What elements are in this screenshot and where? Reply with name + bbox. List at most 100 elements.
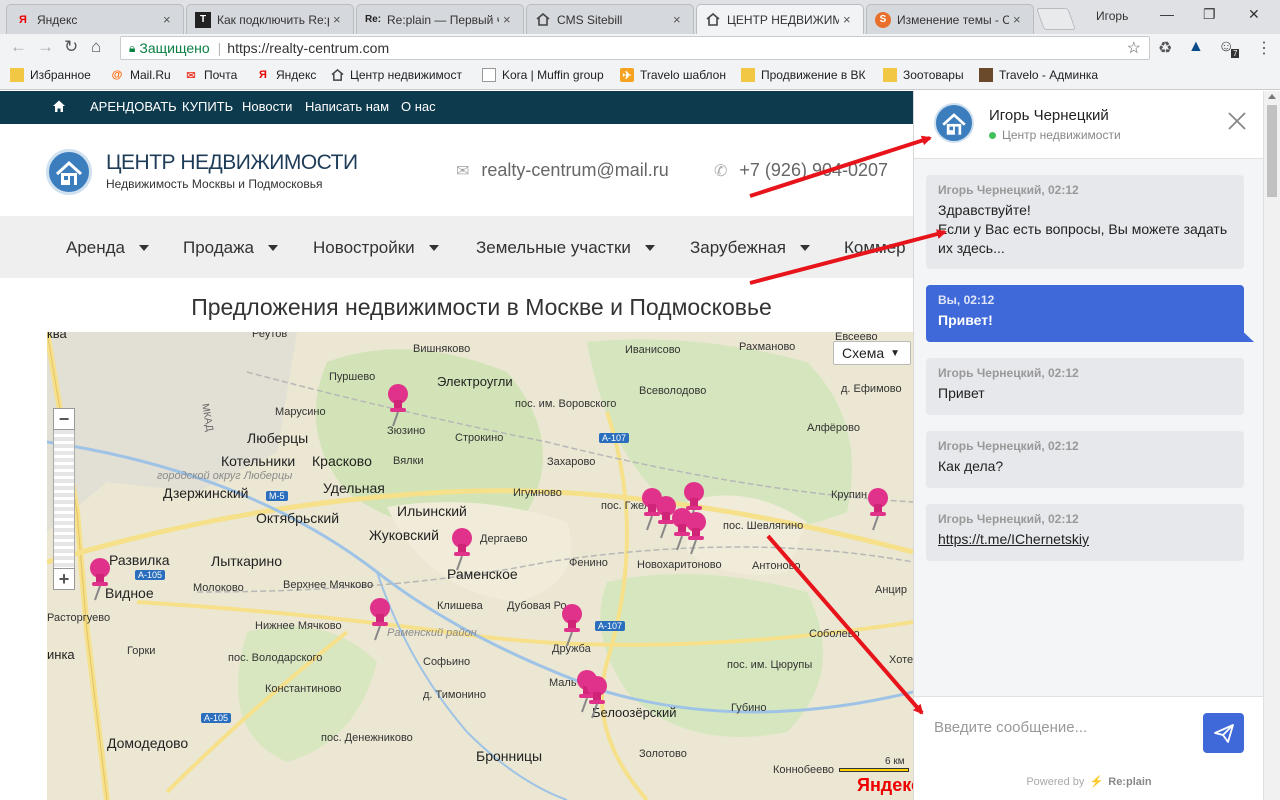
property-pin[interactable] bbox=[865, 484, 891, 532]
bookmark-yandex[interactable]: Я Яндекс bbox=[256, 68, 316, 82]
powered-by-text: Powered by bbox=[1026, 776, 1085, 788]
tab-theme[interactable]: S Изменение темы - CMS × bbox=[866, 4, 1034, 34]
zoom-in-button[interactable]: + bbox=[53, 568, 75, 590]
bookmark-star-icon[interactable]: ☆ bbox=[1127, 38, 1141, 58]
property-pin[interactable] bbox=[584, 672, 610, 720]
home-icon[interactable] bbox=[52, 99, 66, 113]
message-input[interactable]: Введите сообщение... bbox=[914, 696, 1264, 766]
chevron-down-icon bbox=[267, 245, 278, 251]
nav-news[interactable]: Новости bbox=[242, 99, 292, 114]
close-tab-icon[interactable]: × bbox=[673, 12, 685, 27]
yandex-logo[interactable]: Яндекс bbox=[857, 775, 913, 796]
page-scrollbar[interactable] bbox=[1263, 91, 1280, 800]
bookmark-zoo[interactable]: Зоотовары bbox=[883, 68, 964, 82]
close-tab-icon[interactable]: × bbox=[163, 12, 175, 27]
replain-icon: Re: bbox=[364, 14, 382, 25]
tab-replain-chat[interactable]: Re: Re:plain — Первый чат × bbox=[356, 4, 524, 34]
address-bar[interactable]: 🔒︎ Защищено | https://realty-centrum.com… bbox=[120, 36, 1150, 60]
menu-rent[interactable]: Аренда bbox=[66, 238, 150, 258]
map-layer-select[interactable]: Схема ▼ bbox=[833, 341, 911, 365]
chat-message: Игорь Чернецкий, 02:12 https://t.me/IChe… bbox=[926, 504, 1244, 561]
forward-icon[interactable]: → bbox=[37, 37, 54, 57]
map-layer-label: Схема bbox=[842, 345, 885, 361]
close-icon[interactable] bbox=[1226, 110, 1248, 132]
travelo-icon: ✈ bbox=[620, 68, 634, 82]
map-label: Люберцы bbox=[247, 430, 309, 446]
bookmark-pochta[interactable]: ✉ Почта bbox=[184, 68, 237, 82]
bookmark-vk[interactable]: Продвижение в ВК bbox=[741, 68, 866, 82]
bookmark-mailru[interactable]: @ Mail.Ru bbox=[110, 68, 171, 82]
property-pin[interactable] bbox=[385, 380, 411, 428]
bookmark-travelo[interactable]: ✈ Travelo шаблон bbox=[620, 68, 726, 82]
zoom-out-button[interactable]: − bbox=[53, 408, 75, 430]
bookmark-kora[interactable]: Kora | Muffin group bbox=[482, 68, 604, 82]
menu-land[interactable]: Земельные участки bbox=[476, 238, 655, 258]
contact-email[interactable]: ✉ realty-centrum@mail.ru bbox=[456, 160, 669, 181]
envelope-icon: ✉ bbox=[456, 162, 470, 180]
close-tab-icon[interactable]: × bbox=[333, 12, 345, 27]
close-tab-icon[interactable]: × bbox=[1013, 12, 1025, 27]
road-badge: А-107 bbox=[599, 433, 630, 443]
restore-icon[interactable]: ❐ bbox=[1203, 6, 1216, 23]
bookmark-label: Travelo шаблон bbox=[640, 68, 726, 82]
map-label: Пуршево bbox=[329, 371, 376, 383]
send-button[interactable] bbox=[1203, 713, 1244, 753]
map-label: Нижнее Мячково bbox=[255, 620, 342, 632]
menu-label: Новостройки bbox=[313, 238, 415, 257]
separator: | bbox=[217, 40, 222, 56]
property-pin[interactable] bbox=[559, 600, 585, 648]
bookmark-travelo-admin[interactable]: Travelo - Админка bbox=[979, 68, 1098, 82]
zoom-slider[interactable] bbox=[53, 430, 75, 568]
secure-label: Защищено bbox=[139, 40, 210, 56]
chat-message: Игорь Чернецкий, 02:12 Здравствуйте! Есл… bbox=[926, 175, 1244, 269]
back-icon[interactable]: ← bbox=[10, 37, 27, 57]
map-label: Золотово bbox=[639, 748, 687, 760]
property-pin[interactable] bbox=[87, 554, 113, 602]
map-label: Жуковский bbox=[369, 527, 439, 543]
menu-commercial[interactable]: Коммер bbox=[844, 238, 906, 258]
nav-write-us[interactable]: Написать нам bbox=[305, 99, 389, 114]
tab-yandex[interactable]: Я Яндекс × bbox=[6, 4, 184, 34]
scroll-up-icon[interactable] bbox=[1268, 94, 1276, 99]
reload-icon[interactable]: ↻ bbox=[64, 37, 78, 57]
message-link[interactable]: https://t.me/IChernetskiy bbox=[938, 530, 1232, 549]
map-label: городской округ Люберцы bbox=[157, 470, 293, 482]
tab-replain-guide[interactable]: T Как подключить Re:plain × bbox=[186, 4, 354, 34]
property-pin[interactable] bbox=[449, 524, 475, 572]
nav-about[interactable]: О нас bbox=[401, 99, 436, 114]
menu-sale[interactable]: Продажа bbox=[183, 238, 278, 258]
scrollbar-thumb[interactable] bbox=[1267, 105, 1277, 197]
recycle-extension-icon[interactable]: ♻ bbox=[1158, 38, 1172, 58]
tab-strip: Я Яндекс × T Как подключить Re:plain × R… bbox=[0, 0, 1280, 34]
menu-foreign[interactable]: Зарубежная bbox=[690, 238, 810, 258]
nav-rent[interactable]: АРЕНДОВАТЬ bbox=[90, 99, 177, 114]
menu-icon[interactable]: ⋮ bbox=[1256, 38, 1272, 58]
new-tab-button[interactable] bbox=[1035, 8, 1077, 30]
property-pin[interactable] bbox=[367, 594, 393, 642]
home-icon[interactable]: ⌂ bbox=[91, 37, 101, 57]
chat-message: Игорь Чернецкий, 02:12 Привет bbox=[926, 358, 1244, 415]
property-pin[interactable] bbox=[683, 508, 709, 556]
map-label: Строкино bbox=[455, 432, 504, 444]
logo-icon[interactable] bbox=[46, 149, 92, 195]
profile-name[interactable]: Игорь bbox=[1096, 9, 1128, 23]
menu-new-buildings[interactable]: Новостройки bbox=[313, 238, 439, 258]
tab-sitebill[interactable]: CMS Sitebill × bbox=[526, 4, 694, 34]
close-window-icon[interactable]: ✕ bbox=[1248, 6, 1260, 23]
triangle-extension-icon[interactable]: ▲ bbox=[1188, 38, 1204, 56]
tab-realty-centrum[interactable]: ЦЕНТР НЕДВИЖИМОСТИ × bbox=[696, 4, 864, 34]
bookmark-centr[interactable]: Центр недвижимост bbox=[330, 68, 462, 82]
map-label: Всеволодово bbox=[639, 385, 707, 397]
bookmark-favorites[interactable]: Избранное bbox=[10, 68, 91, 82]
close-tab-icon[interactable]: × bbox=[503, 12, 515, 27]
powered-by[interactable]: Powered by ⚡ Re:plain bbox=[914, 766, 1264, 800]
brand-subtitle: Недвижимость Москвы и Подмосковья bbox=[106, 177, 323, 191]
property-map[interactable]: ква Реутов Вишняково Иванисово Рахманово… bbox=[47, 332, 913, 800]
brand-title[interactable]: ЦЕНТР НЕДВИЖИМОСТИ bbox=[106, 151, 358, 175]
map-label: Иванисово bbox=[625, 344, 681, 356]
close-tab-icon[interactable]: × bbox=[843, 12, 855, 27]
minimize-icon[interactable]: — bbox=[1160, 6, 1174, 22]
nav-buy[interactable]: КУПИТЬ bbox=[182, 99, 233, 114]
map-label: Антоново bbox=[752, 560, 801, 572]
contact-phone[interactable]: ✆ +7 (926) 904-0207 bbox=[714, 160, 888, 181]
